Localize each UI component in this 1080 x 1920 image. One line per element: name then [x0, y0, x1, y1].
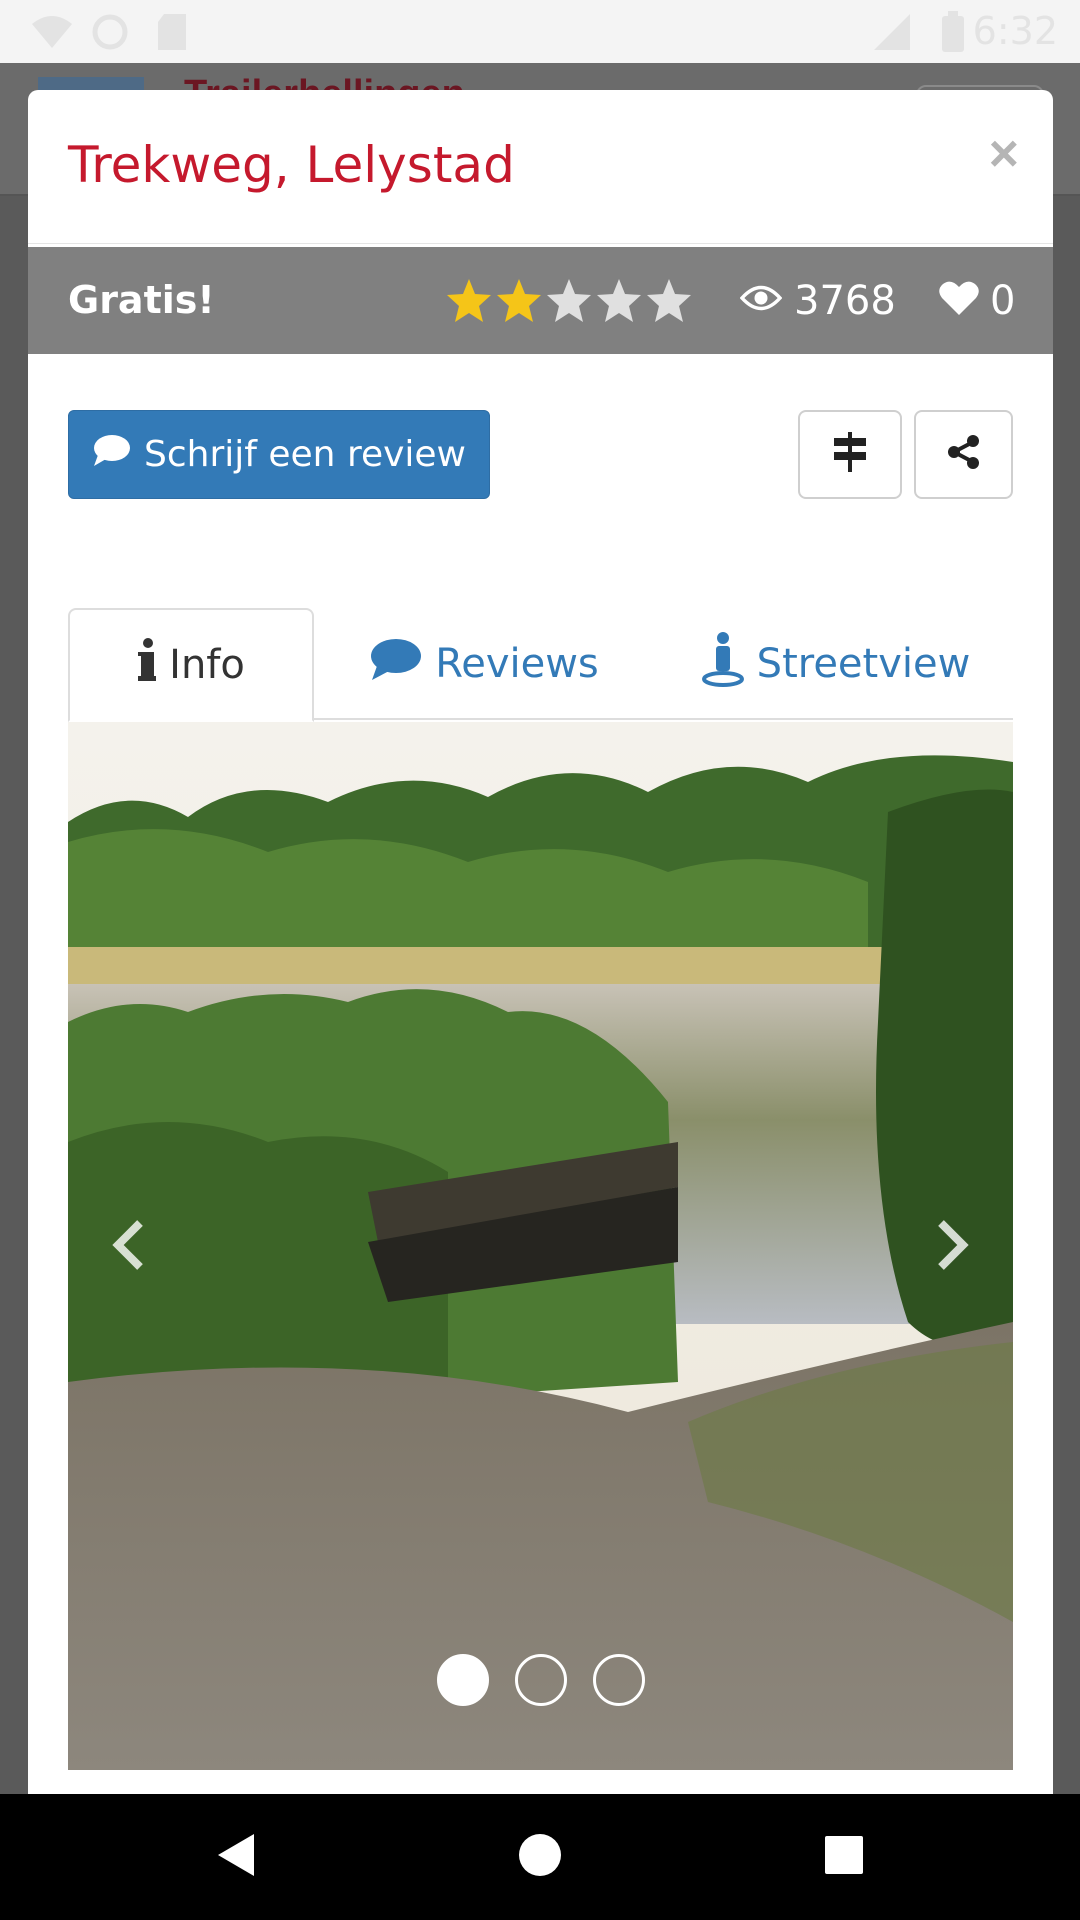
- star-rating[interactable]: [444, 247, 694, 354]
- share-icon: [946, 434, 982, 475]
- views-counter: 3768: [739, 247, 896, 354]
- comment-icon: [369, 637, 423, 691]
- write-review-button[interactable]: Schrijf een review: [68, 410, 490, 499]
- close-button[interactable]: ×: [989, 128, 1019, 180]
- star-icon[interactable]: [544, 276, 594, 326]
- tab-streetview-label: Streetview: [756, 641, 971, 687]
- info-bar: Gratis! 3768 0: [28, 247, 1053, 354]
- battery-icon: [940, 0, 966, 63]
- share-button[interactable]: [914, 410, 1013, 499]
- comment-icon: [92, 433, 132, 476]
- heart-icon[interactable]: [938, 279, 980, 322]
- sd-card-icon: [156, 0, 188, 63]
- star-icon[interactable]: [444, 276, 494, 326]
- signpost-icon: [832, 432, 868, 477]
- status-bar: 6:32: [0, 0, 1080, 63]
- star-icon[interactable]: [594, 276, 644, 326]
- photo-carousel[interactable]: [68, 722, 1013, 1770]
- street-view-icon: [701, 631, 745, 697]
- price-label: Gratis!: [68, 278, 215, 322]
- carousel-indicator-2[interactable]: [514, 1654, 567, 1706]
- carousel-next-button[interactable]: [913, 1192, 993, 1302]
- views-count: 3768: [794, 277, 896, 324]
- directions-button[interactable]: [798, 410, 902, 499]
- modal-header: Trekweg, Lelystad ×: [28, 90, 1053, 244]
- location-photo: [68, 722, 1013, 1770]
- carousel-indicator-1[interactable]: [436, 1654, 489, 1706]
- carousel-prev-button[interactable]: [88, 1192, 168, 1302]
- recents-button[interactable]: [784, 1794, 904, 1920]
- tab-reviews-label: Reviews: [435, 641, 599, 687]
- recents-square-icon: [823, 1834, 865, 1881]
- info-icon: [137, 638, 157, 692]
- wifi-icon: [30, 0, 74, 63]
- tab-reviews[interactable]: Reviews: [328, 608, 640, 720]
- home-button[interactable]: [480, 1794, 600, 1920]
- likes-counter[interactable]: 0: [938, 247, 1015, 354]
- signal-icon: [872, 0, 912, 63]
- status-time: 6:32: [972, 9, 1058, 53]
- star-icon[interactable]: [644, 276, 694, 326]
- navigation-bar: [0, 1794, 1080, 1920]
- carousel-indicator-3[interactable]: [592, 1654, 645, 1706]
- eye-icon: [739, 283, 783, 318]
- carousel-indicators: [68, 1654, 1013, 1706]
- tab-info-label: Info: [169, 642, 245, 688]
- back-triangle-icon: [214, 1830, 258, 1885]
- home-circle-icon: [517, 1832, 563, 1883]
- likes-count: 0: [990, 277, 1016, 324]
- location-modal: Trekweg, Lelystad × Gratis! 3768 0 Schri…: [28, 90, 1053, 1920]
- tab-streetview[interactable]: Streetview: [658, 608, 1013, 720]
- chevron-left-icon: [110, 1219, 146, 1276]
- sync-icon: [90, 0, 130, 63]
- chevron-right-icon: [935, 1219, 971, 1276]
- tab-bar: Info Reviews Streetview: [68, 608, 1013, 722]
- tab-info[interactable]: Info: [68, 608, 314, 722]
- star-icon[interactable]: [494, 276, 544, 326]
- modal-title: Trekweg, Lelystad: [68, 136, 515, 194]
- back-button[interactable]: [176, 1794, 296, 1920]
- write-review-label: Schrijf een review: [144, 434, 466, 475]
